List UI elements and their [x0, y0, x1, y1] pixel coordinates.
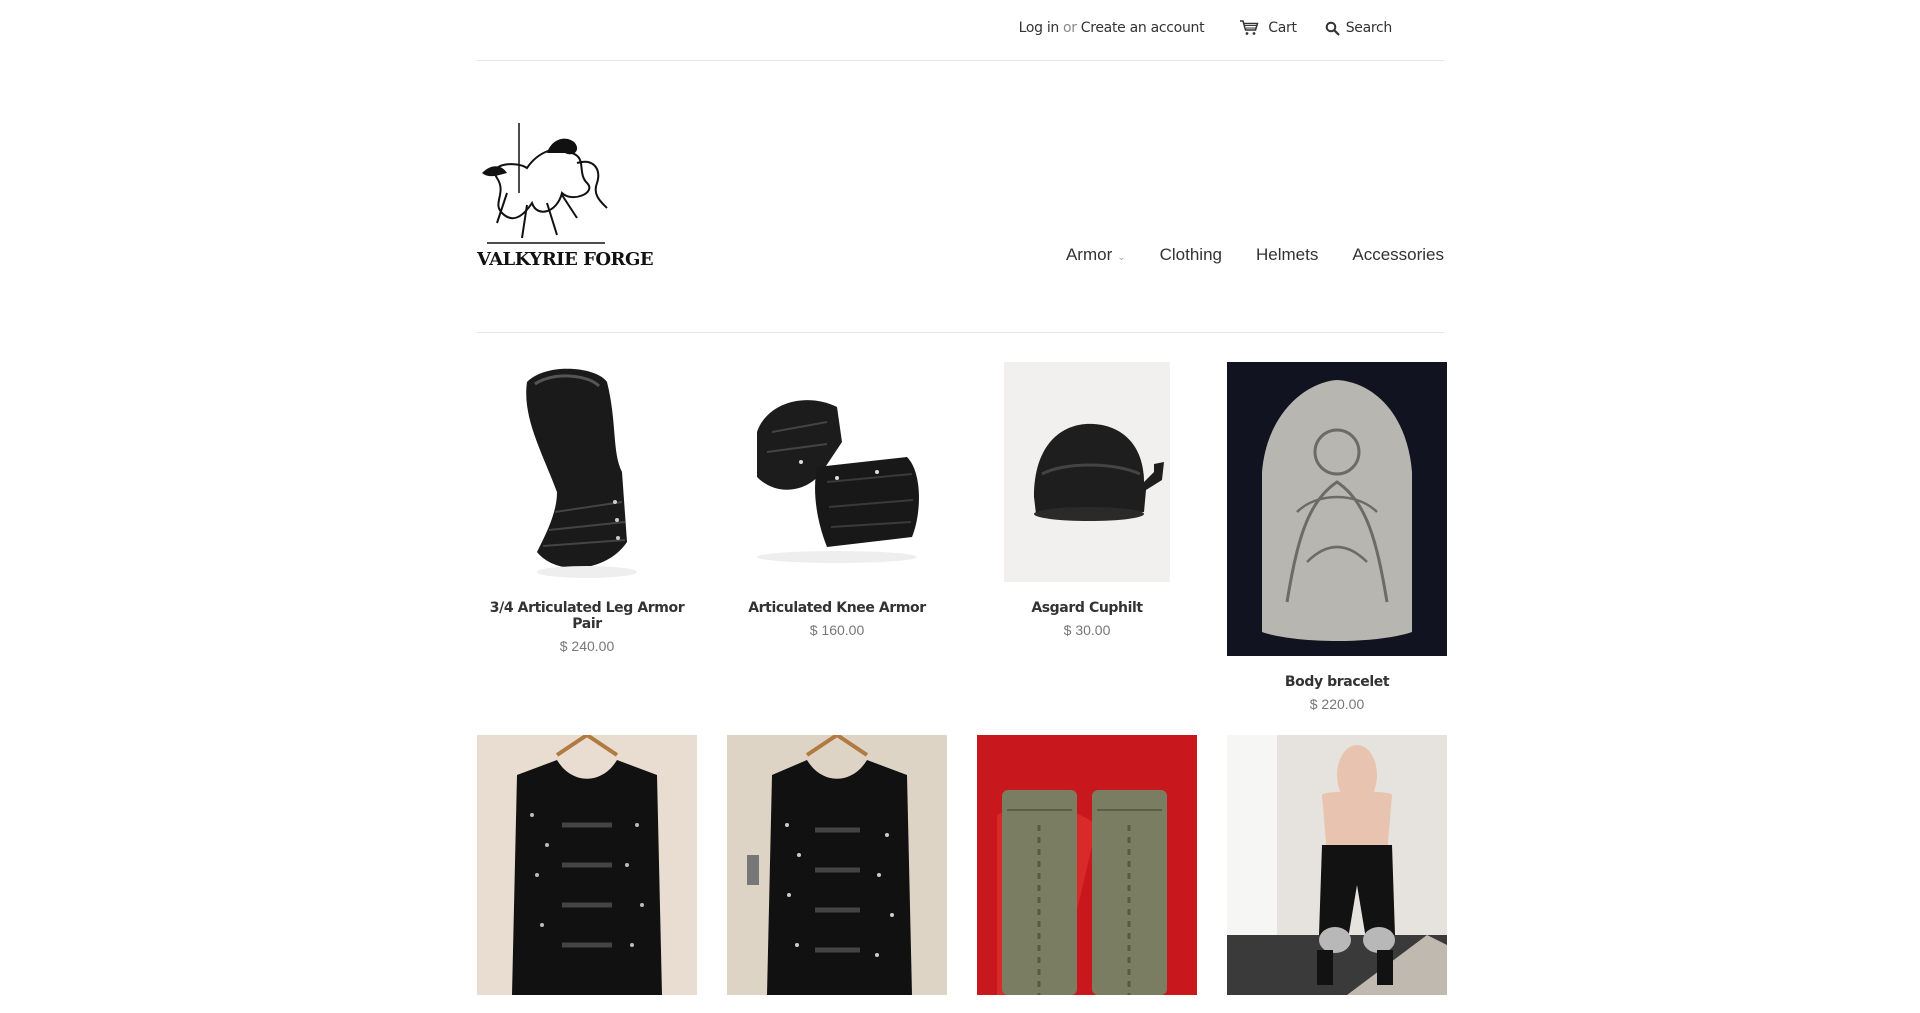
nav-item-armor[interactable]: Armor ⌄: [1066, 245, 1126, 265]
product-card[interactable]: 3/4 Articulated Leg Armor Pair $ 240.00: [477, 362, 697, 654]
product-price: $ 220.00: [1309, 696, 1365, 712]
search-label: Search: [1345, 20, 1393, 36]
product-image[interactable]: [477, 362, 697, 582]
product-card[interactable]: Asgard Cuphilt $ 30.00: [977, 362, 1197, 638]
cart-label: Cart: [1268, 20, 1297, 36]
product-price: $ 30.00: [1063, 622, 1111, 638]
product-card[interactable]: Articulated Knee Armor $ 160.00: [727, 362, 947, 638]
top-bar: Log in or Create an account Cart Search: [477, 0, 1444, 61]
product-card[interactable]: [477, 732, 697, 1013]
product-image[interactable]: [1227, 362, 1447, 656]
product-price: $ 240.00: [559, 638, 615, 654]
product-card[interactable]: Body bracelet $ 220.00: [1227, 362, 1447, 712]
nav-item-helmets[interactable]: Helmets: [1256, 245, 1318, 265]
product-image[interactable]: [727, 732, 947, 995]
product-card[interactable]: [977, 735, 1197, 1013]
product-image[interactable]: [977, 735, 1197, 995]
product-name[interactable]: Body bracelet: [1227, 674, 1447, 690]
cart-link[interactable]: Cart: [1239, 20, 1297, 36]
product-name[interactable]: 3/4 Articulated Leg Armor Pair: [477, 600, 697, 632]
or-text: or: [1063, 20, 1077, 36]
site-header: VALKYRIE FORGE Armor ⌄ Clothing Helmets A…: [477, 61, 1444, 333]
product-image[interactable]: [477, 732, 697, 995]
search-icon: [1325, 21, 1340, 35]
search-link[interactable]: Search: [1325, 20, 1392, 36]
product-card[interactable]: [727, 732, 947, 1013]
product-name[interactable]: Articulated Knee Armor: [727, 600, 947, 616]
product-price: $ 160.00: [809, 622, 865, 638]
product-card[interactable]: [1227, 735, 1447, 1013]
cart-icon: [1240, 20, 1259, 35]
login-link[interactable]: Log in: [1019, 20, 1060, 36]
product-image[interactable]: [727, 362, 947, 582]
chevron-down-icon: ⌄: [1117, 252, 1126, 263]
account-links: Log in or Create an account Cart Search: [1019, 20, 1393, 36]
main-nav: Armor ⌄ Clothing Helmets Accessories: [1032, 245, 1444, 265]
product-image[interactable]: [1004, 362, 1170, 582]
logo-wordmark: VALKYRIE FORGE: [477, 249, 654, 270]
nav-item-label: Armor: [1065, 245, 1113, 264]
create-account-link[interactable]: Create an account: [1081, 20, 1205, 36]
product-image[interactable]: [1227, 735, 1447, 995]
page-container: Log in or Create an account Cart Search: [477, 0, 1447, 995]
product-name[interactable]: Asgard Cuphilt: [977, 600, 1197, 616]
nav-item-accessories[interactable]: Accessories: [1352, 245, 1444, 265]
nav-item-clothing[interactable]: Clothing: [1160, 245, 1222, 265]
